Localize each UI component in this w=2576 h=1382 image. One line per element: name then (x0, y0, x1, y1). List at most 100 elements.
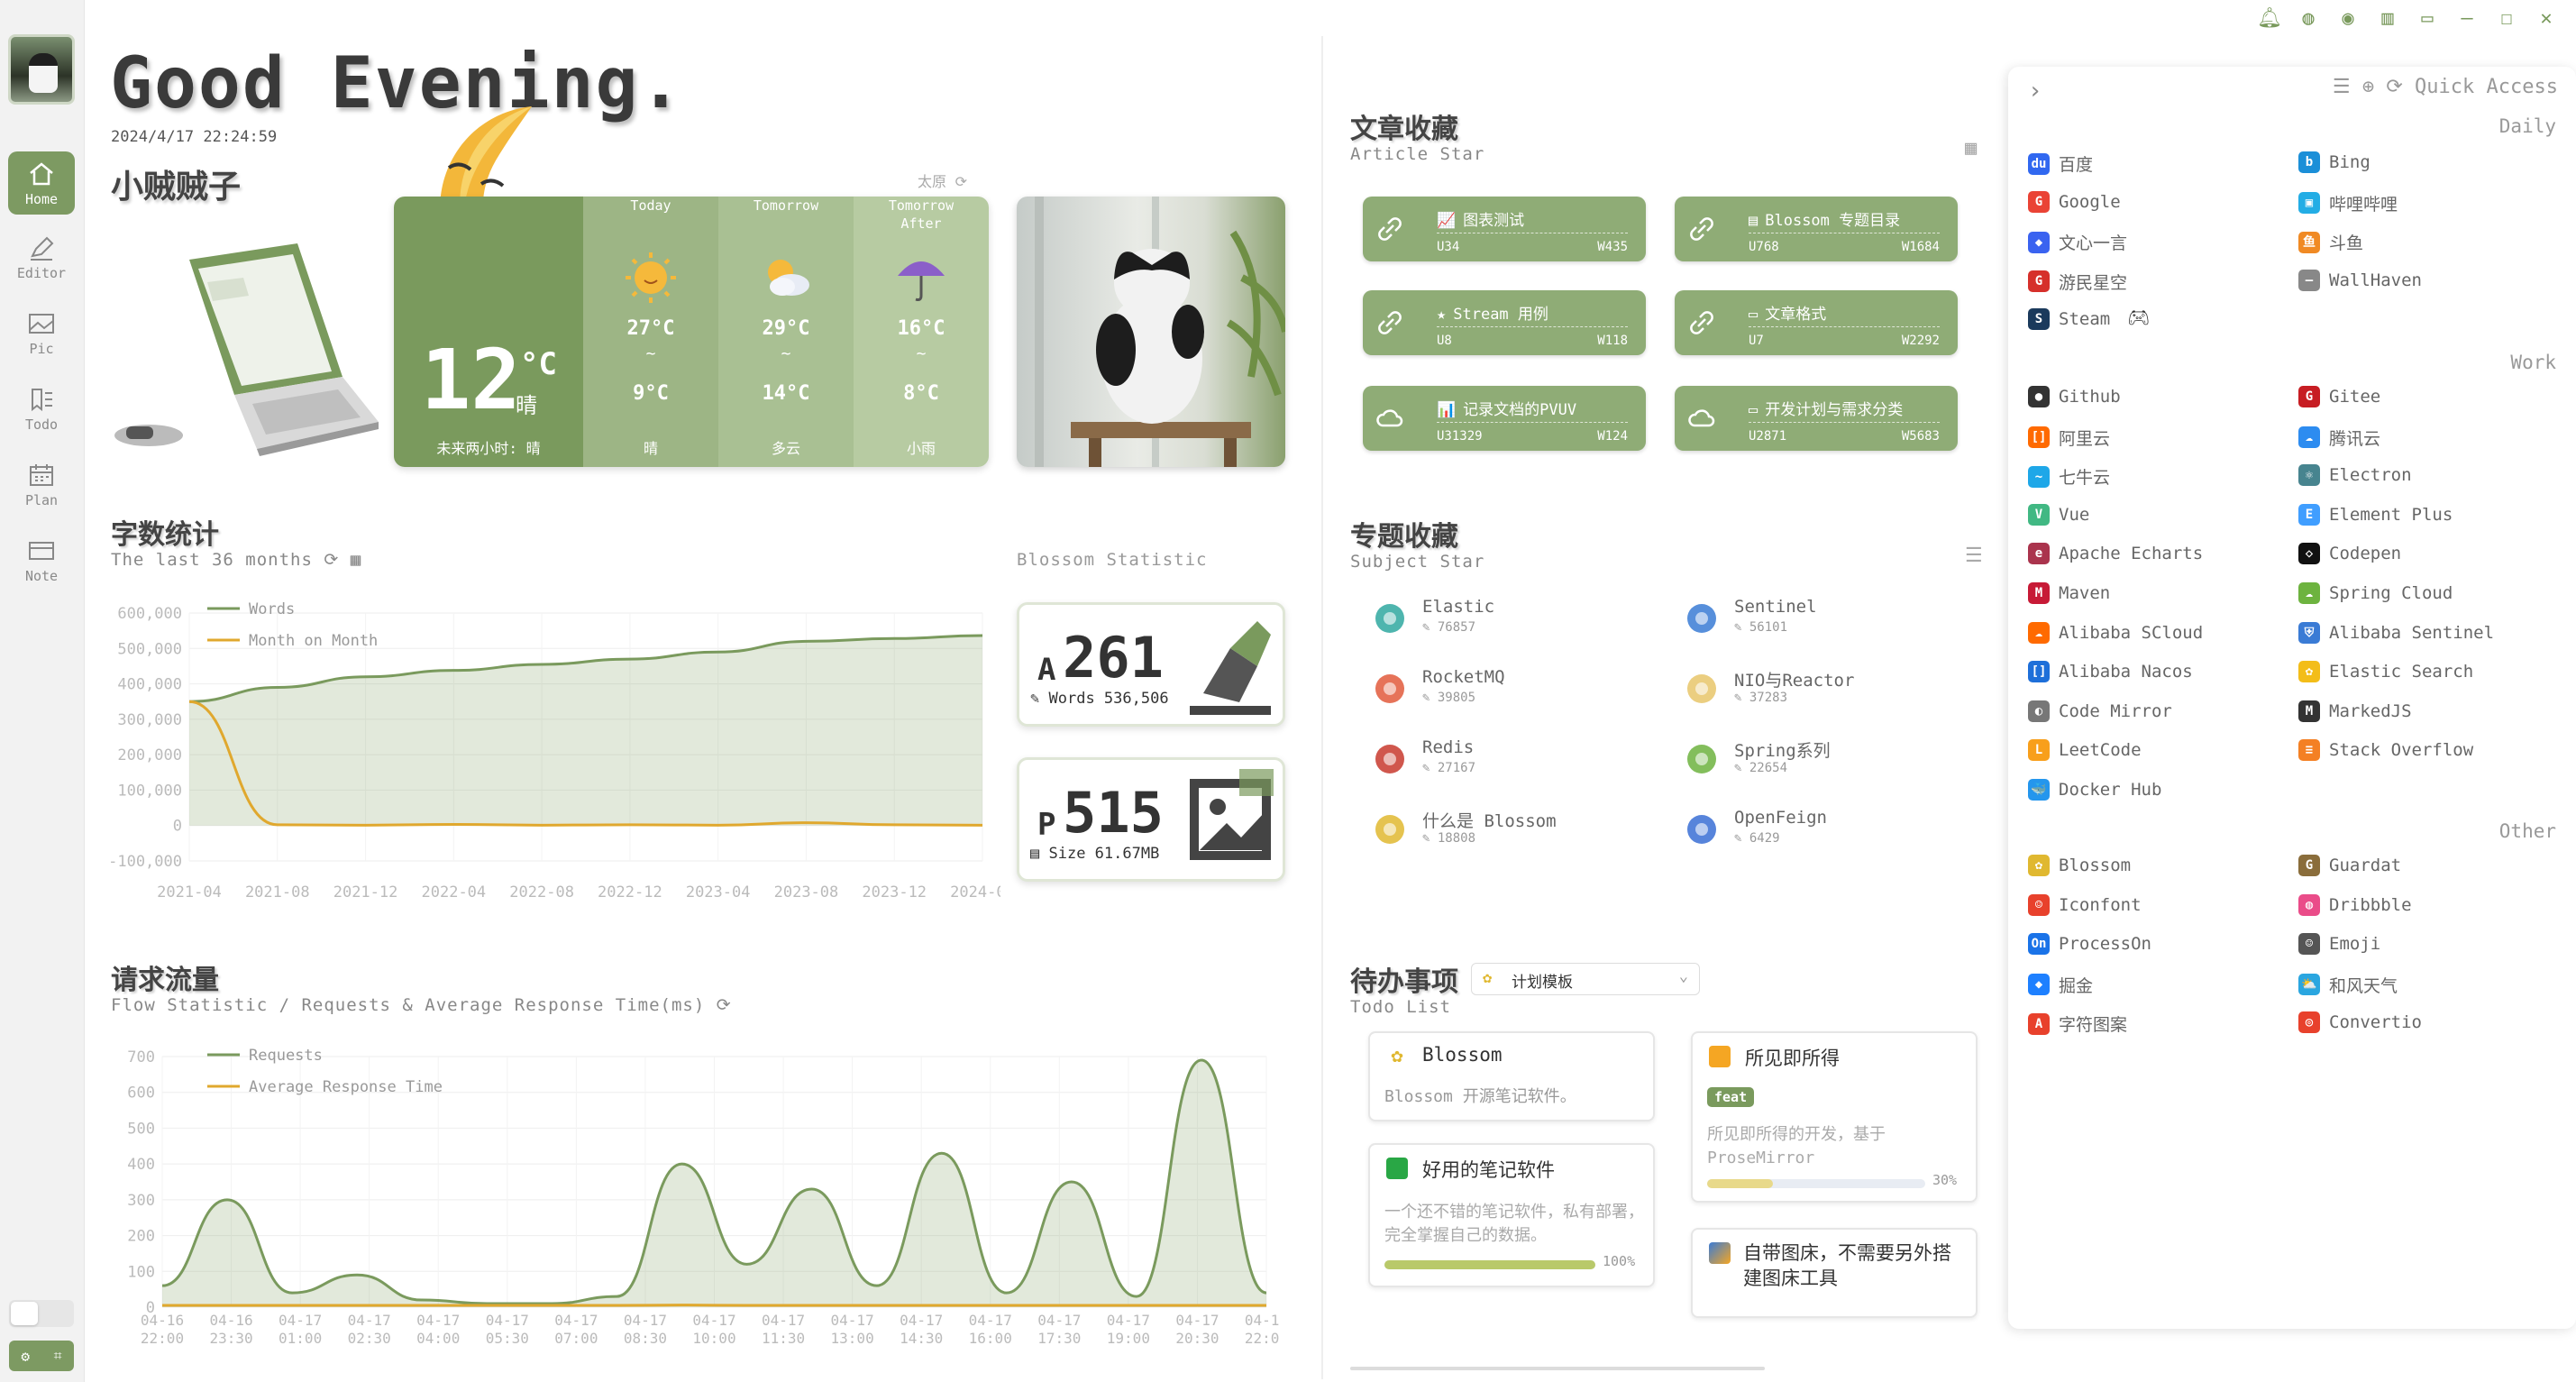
close-icon[interactable]: ✕ (2535, 7, 2558, 30)
quick-link[interactable]: ◐ Code Mirror (2028, 700, 2172, 731)
quick-link[interactable]: ◇ Codepen (2298, 543, 2401, 573)
subject-name: Spring系列 (1734, 741, 1831, 761)
quick-link[interactable]: ☺ Iconfont (2028, 893, 2142, 925)
sidebar-item-editor[interactable]: Editor (8, 225, 75, 288)
quick-link[interactable]: [] 阿里云 (2028, 426, 2110, 456)
quick-link[interactable]: On ProcessOn (2028, 933, 2151, 964)
quick-link[interactable]: ● Github (2028, 386, 2121, 416)
picture-count-card[interactable]: P 515 ▤ Size 61.67MB (1017, 757, 1285, 882)
article-card[interactable]: ▭ 文章格式 U7 W2292 (1675, 290, 1958, 355)
quick-link[interactable]: ~ 七牛云 (2028, 464, 2110, 495)
quick-link[interactable]: ☁ Alibaba SCloud (2028, 621, 2203, 653)
todo-card[interactable]: 自带图床，不需要另外搭建图床工具 (1691, 1228, 1978, 1318)
subject-item[interactable]: Spring系列 ✎ 22654 (1684, 737, 1990, 792)
palette-icon[interactable]: ◍ (2297, 7, 2320, 30)
quick-link-label: Element Plus (2329, 504, 2453, 525)
quick-link[interactable]: G Google (2028, 190, 2121, 222)
subject-item[interactable]: RocketMQ ✎ 39805 (1372, 667, 1678, 721)
quick-link[interactable]: ⚛ Electron (2298, 464, 2412, 495)
quick-link[interactable]: ☺ Emoji (2298, 933, 2380, 964)
quick-link[interactable]: M MarkedJS (2298, 700, 2412, 731)
quick-link[interactable]: ☁ Spring Cloud (2298, 582, 2453, 613)
chart-toggle-icon[interactable]: ▦ (351, 550, 361, 570)
quick-link[interactable]: G Gitee (2298, 386, 2380, 416)
layout-icon[interactable]: ▥ (2376, 7, 2399, 30)
maximize-icon[interactable]: ☐ (2495, 7, 2518, 30)
avatar[interactable] (8, 34, 75, 105)
weather-location[interactable]: 太原 ⟳ (918, 169, 967, 191)
quick-link[interactable]: A 字符图案 (2028, 1011, 2127, 1042)
legend-label[interactable]: Words (249, 600, 295, 618)
legend-label[interactable]: Requests (249, 1047, 323, 1065)
list-view-icon[interactable]: ☰ (1965, 545, 1983, 567)
x-tick-label: 2022-12 (598, 883, 662, 902)
todo-card[interactable]: 好用的笔记软件 一个还不错的笔记软件，私有部署，完全掌握自己的数据。 100% (1368, 1143, 1655, 1287)
quick-link[interactable]: — WallHaven (2298, 269, 2422, 300)
quick-link[interactable]: ⛅ 和风天气 (2298, 973, 2398, 1003)
quick-link[interactable]: ◍ Dribbble (2298, 893, 2412, 925)
sidebar-item-todo[interactable]: Todo (8, 377, 75, 440)
todo-card[interactable]: 所见即所得 feat 所见即所得的开发，基于 ProseMirror 30% (1691, 1031, 1978, 1203)
monitor-icon[interactable]: ▭ (2416, 7, 2439, 30)
quick-link[interactable]: ✿ Blossom (2028, 855, 2131, 885)
quick-link[interactable]: ☁ 腾讯云 (2298, 426, 2380, 456)
article-card[interactable]: ★ Stream 用例 U8 W118 (1363, 290, 1646, 355)
refresh-icon[interactable]: ⟳ (717, 995, 732, 1015)
cat-photo[interactable] (1017, 197, 1285, 467)
crop-icon[interactable]: ⌗ (54, 1347, 62, 1365)
settings-icon[interactable]: ⚙ (21, 1348, 30, 1365)
quick-link[interactable]: ▣ 哔哩哔哩 (2298, 191, 2398, 222)
quick-link[interactable]: ≡ Stack Overflow (2298, 739, 2473, 770)
minimize-icon[interactable]: — (2455, 7, 2479, 30)
legend-label[interactable]: Average Response Time (249, 1078, 443, 1096)
quick-link[interactable]: ⛨ Alibaba Sentinel (2298, 621, 2494, 653)
quick-link[interactable]: M Maven (2028, 582, 2110, 613)
quick-link[interactable]: L LeetCode (2028, 739, 2142, 770)
todo-plan-select[interactable]: ✿ 计划模板 ⌄ (1471, 963, 1700, 995)
refresh-icon[interactable]: ⟳ (2386, 76, 2402, 98)
subject-item[interactable]: Redis ✎ 27167 (1372, 737, 1678, 792)
todo-subtitle: Todo List (1350, 997, 1451, 1017)
quick-link[interactable]: ◆ 文心一言 (2028, 230, 2127, 261)
article-card[interactable]: ▭ 开发计划与需求分类 U2871 W5683 (1675, 386, 1958, 451)
refresh-icon[interactable]: ⟳ (324, 550, 339, 570)
quick-link[interactable]: G Guardat (2298, 855, 2401, 885)
sidebar-item-pic[interactable]: Pic (8, 301, 75, 364)
legend-label[interactable]: Month on Month (249, 632, 378, 650)
article-count-card[interactable]: A 261 ✎ Words 536,506 (1017, 602, 1285, 727)
quick-link[interactable]: 鱼斗鱼 (2298, 230, 2363, 261)
quick-link[interactable]: V Vue (2028, 503, 2089, 535)
quick-link[interactable]: 🐳 Docker Hub (2028, 779, 2161, 810)
record-icon[interactable]: ◉ (2336, 7, 2360, 30)
add-icon[interactable]: ⊕ (2362, 76, 2374, 98)
theme-toggle[interactable] (9, 1300, 74, 1327)
grid-view-icon[interactable]: ▦ (1965, 137, 1977, 160)
quick-link[interactable]: G 游民星空 (2028, 270, 2127, 300)
article-card[interactable]: 📈 图表测试 U34 W435 (1363, 197, 1646, 261)
subject-item[interactable]: Elastic ✎ 76857 (1372, 597, 1678, 651)
collapse-chevron-icon[interactable]: › (2028, 78, 2042, 105)
subject-item[interactable]: 什么是 Blossom ✎ 18808 (1372, 808, 1678, 862)
list-icon[interactable]: ☰ (2333, 76, 2351, 98)
quick-link[interactable]: S Steam (2028, 308, 2110, 339)
quick-link[interactable]: e Apache Echarts (2028, 543, 2203, 573)
subject-item[interactable]: Sentinel ✎ 56101 (1684, 597, 1990, 651)
sidebar-item-plan[interactable]: Plan (8, 453, 75, 516)
quick-link[interactable]: ◎ Convertio (2298, 1011, 2422, 1042)
subject-item[interactable]: NIO与Reactor ✎ 37283 (1684, 667, 1990, 721)
quick-link[interactable]: b Bing (2298, 151, 2370, 182)
quick-link[interactable]: ◆ 掘金 (2028, 973, 2093, 1003)
quick-link[interactable]: [] Alibaba Nacos (2028, 661, 2193, 691)
horizontal-scrollbar[interactable] (1350, 1367, 1765, 1370)
quick-link[interactable]: ✿ Elastic Search (2298, 661, 2473, 691)
subject-item[interactable]: OpenFeign ✎ 6429 (1684, 808, 1990, 862)
bell-icon[interactable]: 🔔︎ (2257, 7, 2282, 30)
article-card[interactable]: 📊 记录文档的PVUV U31329 W124 (1363, 386, 1646, 451)
todo-card[interactable]: ✿ Blossom Blossom 开源笔记软件。 (1368, 1031, 1655, 1121)
day-low: 14°C (762, 382, 810, 405)
sidebar-item-home[interactable]: Home (8, 151, 75, 215)
sidebar-item-note[interactable]: Note (8, 528, 75, 591)
quick-link[interactable]: E Element Plus (2298, 503, 2453, 535)
quick-link[interactable]: du 百度 (2028, 151, 2093, 182)
article-card[interactable]: ▤ Blossom 专题目录 U768 W1684 (1675, 197, 1958, 261)
